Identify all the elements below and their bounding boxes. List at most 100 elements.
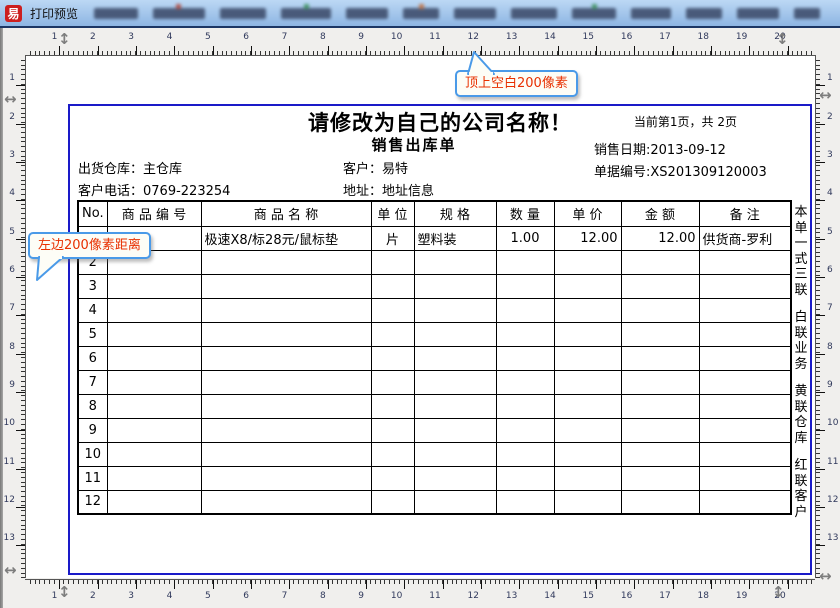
margin-handle-bottom-left[interactable]: ↕ <box>58 585 71 600</box>
toolbar-blurred-button[interactable] <box>94 8 138 19</box>
margin-handle-right-top[interactable]: ↔ <box>819 88 832 103</box>
toolbar-blurred-button[interactable] <box>794 8 820 19</box>
ruler-number: 12 <box>464 32 479 42</box>
ruler-tick <box>673 46 674 55</box>
ruler-tick <box>21 558 25 559</box>
ruler-tick <box>21 194 25 195</box>
ruler-tick <box>21 573 25 574</box>
toolbar-blurred-button[interactable] <box>403 8 439 19</box>
ruler-number: 13 <box>3 533 15 543</box>
cell-no: 12 <box>78 490 107 514</box>
toolbar-blurred-button[interactable] <box>281 8 331 19</box>
warehouse-value: 主仓库 <box>143 162 182 177</box>
ruler-tick <box>92 51 93 55</box>
ruler-tick <box>768 580 769 584</box>
ruler-number: 4 <box>157 591 172 601</box>
ruler-tick <box>475 580 476 584</box>
ruler-tick <box>705 51 706 55</box>
toolbar-blurred-button[interactable] <box>454 8 496 19</box>
ruler-tick <box>538 51 539 55</box>
toolbar-blurred-button[interactable] <box>153 8 205 19</box>
ruler-tick <box>16 430 25 431</box>
ruler-tick <box>571 580 572 584</box>
ruler-tick <box>523 580 524 584</box>
ruler-tick <box>437 51 438 55</box>
toolbar-blurred-button[interactable] <box>511 8 557 19</box>
cell-code <box>107 370 201 394</box>
ruler-tick <box>519 46 520 55</box>
ruler-tick <box>21 491 25 492</box>
ruler-tick <box>691 580 692 584</box>
table-row: 6 <box>78 346 791 370</box>
cell-spec <box>414 298 496 322</box>
ruler-tick <box>816 127 820 128</box>
ruler-tick <box>749 580 750 589</box>
ruler-tick <box>816 299 820 300</box>
ruler-tick <box>816 510 820 511</box>
cell-no: 8 <box>78 394 107 418</box>
ruler-tick <box>495 580 496 584</box>
cell-price <box>554 418 621 442</box>
ruler-tick <box>21 539 25 540</box>
ruler-tick <box>806 51 807 55</box>
ruler-tick <box>150 51 151 55</box>
ruler-tick <box>21 98 25 99</box>
side-note-char: 联 <box>793 326 809 342</box>
cell-remark <box>699 346 791 370</box>
ruler-tick <box>624 51 625 55</box>
toolbar-blurred-button[interactable] <box>220 8 266 19</box>
margin-handle-left-top[interactable]: ↔ <box>4 92 17 107</box>
margin-handle-left-bottom[interactable]: ↔ <box>4 563 17 578</box>
ruler-tick <box>293 580 294 584</box>
ruler-tick <box>21 146 25 147</box>
ruler-tick <box>21 319 25 320</box>
ruler-tick <box>816 328 820 329</box>
margin-handle-bottom-right[interactable]: ↕ <box>772 585 785 600</box>
cell-no: 3 <box>78 274 107 298</box>
ruler-tick <box>816 515 820 516</box>
cell-no: 7 <box>78 370 107 394</box>
toolbar-blurred-button[interactable] <box>686 8 722 19</box>
ruler-tick <box>21 333 25 334</box>
side-note-group: 红联客户 <box>793 458 809 520</box>
ruler-tick <box>816 60 820 61</box>
items-table-header: No.商 品 编 号商 品 名 称单 位规 格数 量单 价金 额备 注 <box>78 201 791 226</box>
ruler-tick <box>16 277 25 278</box>
ruler-tick <box>83 51 84 55</box>
ruler-tick <box>399 51 400 55</box>
toolbar-blurred-button[interactable] <box>346 8 388 19</box>
toolbar-blurred-button[interactable] <box>631 8 671 19</box>
ruler-tick <box>696 580 697 584</box>
col-header-remark: 备 注 <box>699 201 791 226</box>
ruler-tick <box>816 410 820 411</box>
cell-name <box>201 370 371 394</box>
field-warehouse: 出货仓库：主仓库 <box>78 158 182 177</box>
ruler-number: 12 <box>3 495 15 505</box>
ruler-tick <box>21 137 25 138</box>
ruler-number: 2 <box>827 112 839 122</box>
ruler-tick <box>21 208 25 209</box>
margin-handle-top-right[interactable]: ↕ <box>776 32 789 47</box>
ruler-tick <box>749 46 750 55</box>
ruler-tick <box>768 51 769 55</box>
ruler-tick <box>21 458 25 459</box>
cell-no: 9 <box>78 418 107 442</box>
ruler-tick <box>811 580 812 584</box>
ruler-tick <box>21 405 25 406</box>
margin-handle-right-bottom[interactable]: ↔ <box>819 569 832 584</box>
cell-price <box>554 394 621 418</box>
ruler-tick <box>274 51 275 55</box>
ruler-tick <box>777 51 778 55</box>
toolbar-blurred-button[interactable] <box>572 8 616 19</box>
ruler-tick <box>389 580 390 584</box>
ruler-tick <box>63 51 64 55</box>
document-sheet: 请修改为自己的公司名称！ 当前第1页，共 2页 销售出库单 出货仓库：主仓库 客… <box>68 104 812 575</box>
ruler-tick <box>567 51 568 55</box>
ruler-tick <box>265 580 266 584</box>
ruler-tick <box>816 491 820 492</box>
ruler-tick <box>21 482 25 483</box>
ruler-tick <box>816 319 820 320</box>
toolbar-blurred-button[interactable] <box>737 8 779 19</box>
margin-handle-top-left[interactable]: ↕ <box>58 32 71 47</box>
ruler-tick <box>21 381 25 382</box>
